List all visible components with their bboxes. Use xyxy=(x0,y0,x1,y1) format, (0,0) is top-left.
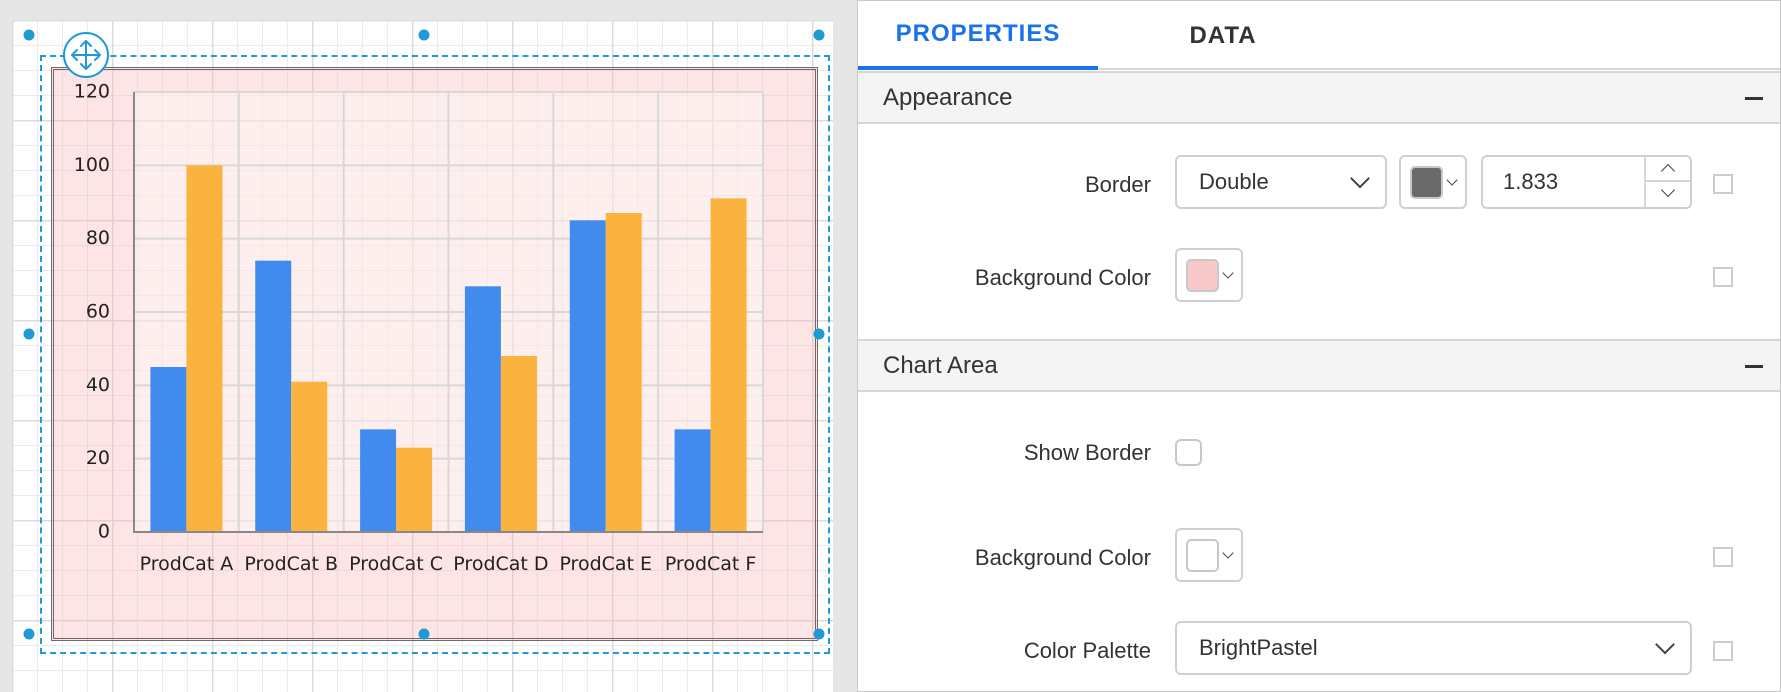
y-tick-label: 0 xyxy=(98,521,110,543)
x-tick-label: ProdCat C xyxy=(349,553,443,575)
color-palette-value: BrightPastel xyxy=(1199,635,1318,660)
section-chart-area[interactable]: Chart Area xyxy=(858,339,1780,392)
y-tick-label: 40 xyxy=(86,374,110,396)
bar-1-prodcat-a xyxy=(150,367,187,532)
chart: 0 20 40 60 80 100 120 ProdCat A ProdCat B ProdCat… xyxy=(74,81,764,575)
background-apply-checkbox[interactable] xyxy=(1713,267,1733,287)
bar-2-prodcat-a xyxy=(186,165,223,533)
border-style-value: Double xyxy=(1199,169,1269,194)
background-color-picker[interactable] xyxy=(1175,248,1243,302)
color-swatch xyxy=(1186,539,1219,572)
tab-data[interactable]: DATA xyxy=(1098,1,1348,70)
resize-handle-top-left[interactable] xyxy=(23,29,35,41)
show-border-label: Show Border xyxy=(1023,440,1151,465)
show-border-checkbox[interactable] xyxy=(1175,439,1202,466)
decrement-button[interactable] xyxy=(1646,182,1690,207)
x-tick-label: ProdCat A xyxy=(140,553,234,575)
tab-properties[interactable]: PROPERTIES xyxy=(858,1,1098,70)
bar-2-prodcat-e xyxy=(605,213,642,532)
section-title: Appearance xyxy=(883,83,1013,111)
report-designer-area: 0 20 40 60 80 100 120 ProdCat A ProdCat B ProdCat… xyxy=(0,0,858,692)
bar-2-prodcat-c xyxy=(396,447,433,532)
border-width-stepper[interactable]: 1.833 xyxy=(1481,155,1692,209)
resize-handle-top-right[interactable] xyxy=(813,29,825,41)
bar-1-prodcat-f xyxy=(674,429,711,532)
border-apply-checkbox[interactable] xyxy=(1713,174,1733,194)
border-label: Border xyxy=(1084,172,1151,197)
background-color-label: Background Color xyxy=(974,265,1151,290)
bar-1-prodcat-d xyxy=(464,286,501,532)
chart-gridlines xyxy=(133,91,764,533)
color-palette-apply-checkbox[interactable] xyxy=(1713,641,1733,661)
bar-1-prodcat-e xyxy=(569,220,606,533)
chevron-down-icon xyxy=(1655,634,1675,655)
bar-2-prodcat-d xyxy=(500,356,537,532)
bar-2-prodcat-f xyxy=(710,198,747,533)
panel-tabs: PROPERTIES DATA xyxy=(858,1,1780,70)
design-canvas[interactable]: 0 20 40 60 80 100 120 ProdCat A ProdCat B ProdCat… xyxy=(12,20,833,692)
chevron-down-icon xyxy=(1222,267,1234,279)
spinner xyxy=(1644,157,1690,207)
color-swatch xyxy=(1186,259,1219,292)
border-style-dropdown[interactable]: Double xyxy=(1175,155,1387,209)
color-palette-dropdown[interactable]: BrightPastel xyxy=(1175,621,1692,675)
increment-button[interactable] xyxy=(1646,157,1690,182)
bar-2-prodcat-b xyxy=(291,381,328,532)
collapse-icon[interactable] xyxy=(1745,365,1763,368)
resize-handle-right[interactable] xyxy=(813,328,825,340)
resize-handle-bottom-left[interactable] xyxy=(23,628,35,640)
x-tick-label: ProdCat E xyxy=(559,553,652,575)
x-tick-label: ProdCat F xyxy=(665,553,757,575)
bar-1-prodcat-b xyxy=(255,260,292,532)
chevron-down-icon xyxy=(1446,174,1458,186)
y-tick-label: 60 xyxy=(86,301,110,323)
y-tick-label: 20 xyxy=(86,447,110,469)
collapse-icon[interactable] xyxy=(1745,97,1763,100)
resize-handle-bottom[interactable] xyxy=(418,628,430,640)
resize-handle-left[interactable] xyxy=(23,328,35,340)
x-tick-label: ProdCat D xyxy=(453,553,548,575)
bar-1-prodcat-c xyxy=(360,429,397,532)
properties-panel: PROPERTIES DATA Appearance Border Double… xyxy=(858,0,1781,692)
section-appearance[interactable]: Appearance xyxy=(858,71,1780,124)
color-palette-label: Color Palette xyxy=(1023,638,1151,663)
resize-handle-bottom-right[interactable] xyxy=(813,628,825,640)
y-tick-label: 120 xyxy=(74,81,110,103)
chevron-down-icon xyxy=(1350,168,1370,189)
border-width-value: 1.833 xyxy=(1503,169,1559,194)
resize-handle-top[interactable] xyxy=(418,29,430,41)
x-tick-label: ProdCat B xyxy=(244,553,338,575)
chart-area-background-picker[interactable] xyxy=(1175,528,1243,582)
chart-area-background-apply-checkbox[interactable] xyxy=(1713,547,1733,567)
y-tick-label: 80 xyxy=(86,227,110,249)
move-handle[interactable] xyxy=(63,32,109,78)
color-swatch xyxy=(1410,166,1443,199)
y-tick-label: 100 xyxy=(74,154,110,176)
chevron-down-icon xyxy=(1222,547,1234,559)
section-title: Chart Area xyxy=(883,351,998,379)
move-arrows-icon xyxy=(71,40,101,70)
border-color-picker[interactable] xyxy=(1399,155,1467,209)
chart-area-background-label: Background Color xyxy=(974,545,1151,570)
